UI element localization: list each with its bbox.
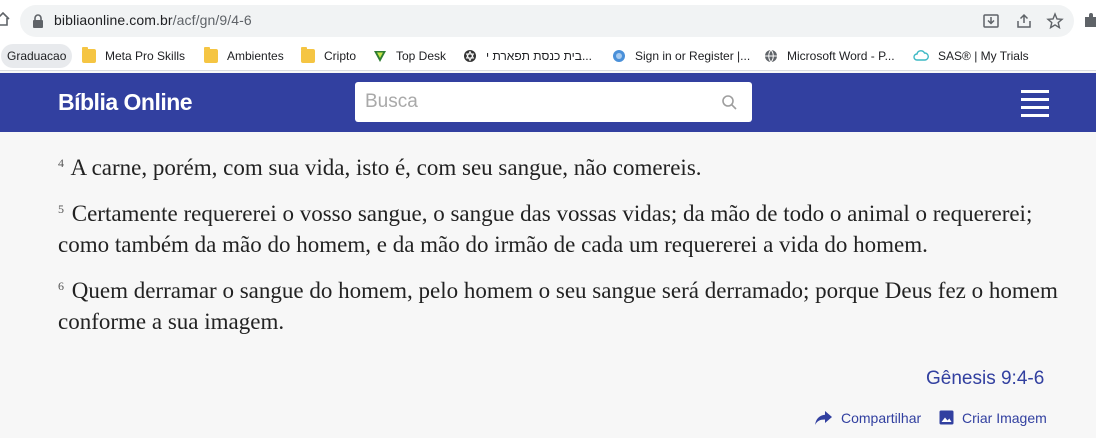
bookmark-label: Ambientes — [227, 49, 284, 63]
verses-container: 4 A carne, porém, com sua vida, isto é, … — [58, 148, 1058, 348]
folder-icon — [301, 47, 315, 63]
url-path: /acf/gn/9/4-6 — [172, 12, 252, 28]
url-host: bibliaonline.com.br — [54, 12, 173, 28]
verse-text: Quem derramar o sangue do homem, pelo ho… — [58, 278, 1058, 334]
globe-icon — [613, 50, 625, 62]
search-icon[interactable] — [721, 94, 738, 111]
url-text[interactable]: bibliaonline.com.br/acf/gn/9/4-6 — [54, 12, 252, 28]
search-input[interactable] — [365, 82, 705, 122]
synagogue-icon — [464, 50, 476, 62]
bookmark-label: SAS® | My Trials — [938, 49, 1029, 63]
bookmark-label: Microsoft Word - P... — [787, 49, 895, 63]
bookmark-top-desk[interactable]: Top Desk — [373, 44, 446, 68]
bookmark-label: Meta Pro Skills — [105, 49, 186, 63]
home-icon[interactable] — [0, 12, 10, 26]
cloud-icon — [913, 50, 929, 61]
folder-icon — [82, 47, 96, 63]
bookmark-label: Cripto — [324, 49, 357, 63]
address-bar-row: bibliaonline.com.br/acf/gn/9/4-6 — [0, 0, 1096, 40]
verse-reference-link[interactable]: Gênesis 9:4-6 — [926, 368, 1044, 390]
image-icon — [939, 410, 954, 425]
bookmark-ambientes[interactable]: Ambientes — [204, 44, 284, 68]
create-image-button[interactable]: Criar Imagem — [939, 409, 1047, 426]
folder-icon — [204, 47, 218, 63]
verse: 4 A carne, porém, com sua vida, isto é, … — [58, 148, 1058, 183]
verse: 5 Certamente requererei o vosso sangue, … — [58, 194, 1058, 260]
search-box — [355, 82, 752, 122]
verse-number: 4 — [58, 156, 64, 170]
verse: 6 Quem derramar o sangue do homem, pelo … — [58, 271, 1058, 337]
bookmark-meta-pro-skills[interactable]: Meta Pro Skills — [82, 44, 185, 68]
world-icon — [765, 49, 777, 63]
bookmark-cripto[interactable]: Cripto — [301, 44, 356, 68]
bookmark-graduacao[interactable]: Graduacao — [1, 44, 73, 68]
bookmark-sas[interactable]: SAS® | My Trials — [913, 44, 1029, 68]
bookmark-synagogue[interactable]: בית כנסת תפארת י... — [463, 44, 592, 68]
extensions-icon[interactable] — [1083, 12, 1096, 28]
bookmark-label: Sign in or Register |... — [635, 49, 751, 63]
verse-text: Certamente requererei o vosso sangue, o … — [58, 201, 1033, 257]
share-label: Compartilhar — [841, 409, 922, 426]
create-image-label: Criar Imagem — [962, 409, 1047, 426]
bookmark-microsoft-word[interactable]: Microsoft Word - P... — [764, 44, 895, 68]
verse-number: 6 — [58, 279, 64, 293]
topdesk-icon — [374, 51, 386, 62]
omnibox[interactable]: bibliaonline.com.br/acf/gn/9/4-6 — [20, 5, 1074, 37]
verse-number: 5 — [58, 202, 64, 216]
lock-icon[interactable] — [32, 14, 44, 28]
share-button[interactable]: Compartilhar — [814, 409, 921, 426]
bookmark-label: Graduacao — [7, 49, 67, 63]
share-icon[interactable] — [1015, 12, 1033, 30]
hamburger-menu-icon[interactable] — [1021, 90, 1049, 117]
bookmarks-bar: Graduacao Meta Pro Skills Ambientes Crip… — [0, 40, 1096, 71]
bookmark-label: בית כנסת תפארת י... — [486, 49, 592, 63]
bookmark-label: Top Desk — [396, 49, 447, 63]
install-app-icon[interactable] — [982, 12, 1000, 30]
bookmark-star-icon[interactable] — [1046, 12, 1064, 30]
verse-text: A carne, porém, com sua vida, isto é, co… — [70, 155, 702, 180]
bookmark-sign-in[interactable]: Sign in or Register |... — [612, 44, 750, 68]
site-header: Bíblia Online — [0, 73, 1096, 132]
site-logo[interactable]: Bíblia Online — [58, 89, 193, 116]
share-arrow-icon — [815, 411, 832, 425]
